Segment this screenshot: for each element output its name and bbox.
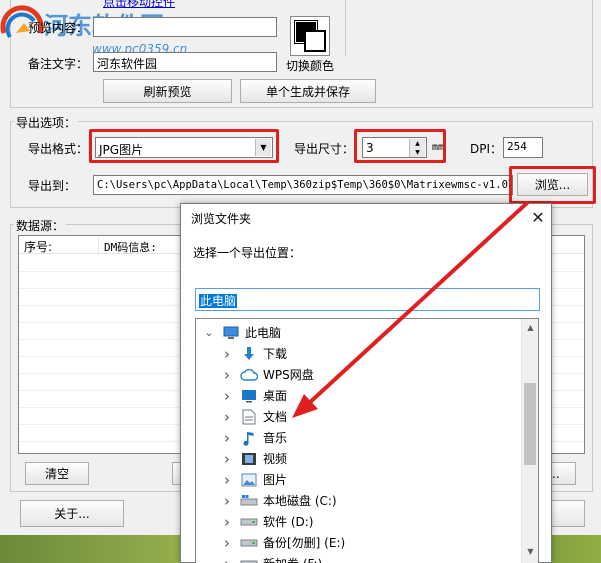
annotation-arrow — [292, 201, 529, 418]
